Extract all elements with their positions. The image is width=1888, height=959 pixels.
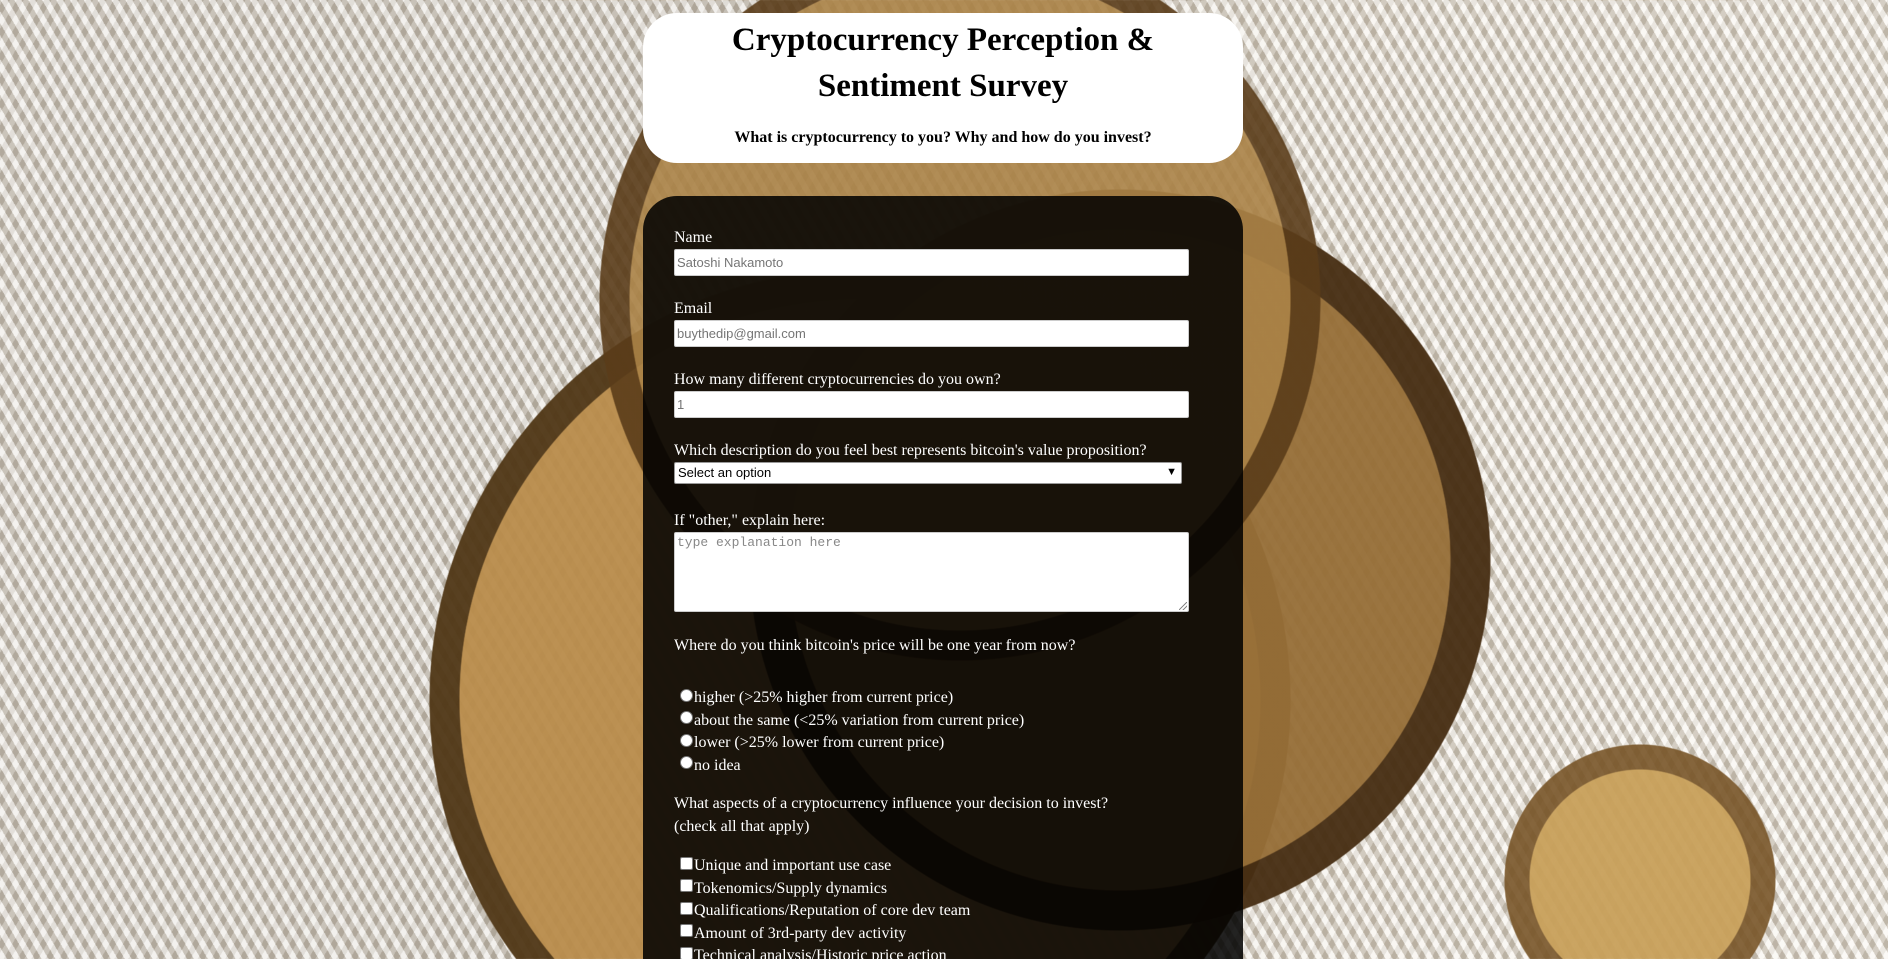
radio-button[interactable]: [680, 711, 693, 725]
survey-header: Cryptocurrency Perception & Sentiment Su…: [643, 13, 1243, 163]
checkbox[interactable]: [680, 901, 693, 915]
checkbox[interactable]: [680, 856, 693, 870]
chevron-down-icon: ▼: [1166, 466, 1177, 478]
aspect-option-label: Qualifications/Reputation of core dev te…: [694, 902, 971, 919]
aspect-option-label: Amount of 3rd-party dev activity: [694, 924, 907, 942]
other-explanation-placeholder: type explanation here: [677, 535, 841, 550]
price-option-label: about the same (<25% variation from curr…: [694, 711, 1025, 729]
aspects-options: Unique and important use case Tokenomics…: [674, 855, 1212, 959]
radio-button[interactable]: [680, 756, 693, 770]
name-label: Name: [674, 229, 713, 246]
value-proposition-select[interactable]: Select an option ▼: [674, 462, 1182, 484]
price-options: higher (>25% higher from current price) …: [674, 687, 1212, 777]
aspect-option-label: Unique and important use case: [694, 857, 892, 874]
email-input[interactable]: [674, 320, 1189, 347]
other-explanation-textarea[interactable]: type explanation here: [674, 532, 1189, 612]
radio-button[interactable]: [680, 688, 693, 702]
aspect-option-tokenomics[interactable]: Tokenomics/Supply dynamics: [680, 878, 1212, 901]
crypto-count-label: How many different cryptocurrencies do y…: [674, 371, 1001, 388]
price-option-label: no idea: [694, 756, 741, 774]
email-label: Email: [674, 300, 713, 317]
price-option-label: lower (>25% lower from current price): [694, 734, 945, 751]
crypto-count-input[interactable]: [674, 391, 1189, 418]
aspect-option-technical-analysis[interactable]: Technical analysis/Historic price action: [680, 945, 1212, 959]
price-option-lower[interactable]: lower (>25% lower from current price): [680, 732, 1212, 755]
checkbox[interactable]: [680, 879, 693, 893]
value-proposition-label: Which description do you feel best repre…: [674, 442, 1147, 459]
aspect-option-3rd-party[interactable]: Amount of 3rd-party dev activity: [680, 923, 1212, 946]
aspect-option-label: Technical analysis/Historic price action: [694, 947, 947, 959]
survey-form: Name Email How many different cryptocurr…: [643, 196, 1243, 959]
checkbox[interactable]: [680, 946, 693, 959]
page-subtitle: What is cryptocurrency to you? Why and h…: [734, 129, 1152, 146]
page-title: Cryptocurrency Perception & Sentiment Su…: [731, 22, 1155, 104]
value-proposition-selected: Select an option: [678, 465, 772, 480]
price-option-same[interactable]: about the same (<25% variation from curr…: [680, 710, 1212, 733]
price-question: Where do you think bitcoin's price will …: [674, 637, 1076, 654]
name-input[interactable]: [674, 249, 1189, 276]
aspect-option-dev-team[interactable]: Qualifications/Reputation of core dev te…: [680, 900, 1212, 923]
radio-button[interactable]: [680, 733, 693, 747]
resize-handle-icon[interactable]: [1179, 602, 1187, 610]
price-option-no-idea[interactable]: no idea: [680, 755, 1212, 778]
aspects-question-hint: (check all that apply): [674, 818, 810, 835]
checkbox[interactable]: [680, 924, 693, 938]
price-option-higher[interactable]: higher (>25% higher from current price): [680, 687, 1212, 710]
other-explanation-label: If "other," explain here:: [674, 512, 826, 529]
aspect-option-label: Tokenomics/Supply dynamics: [694, 879, 888, 897]
aspect-option-use-case[interactable]: Unique and important use case: [680, 855, 1212, 878]
price-option-label: higher (>25% higher from current price): [694, 689, 954, 706]
aspects-question: What aspects of a cryptocurrency influen…: [674, 795, 1109, 812]
